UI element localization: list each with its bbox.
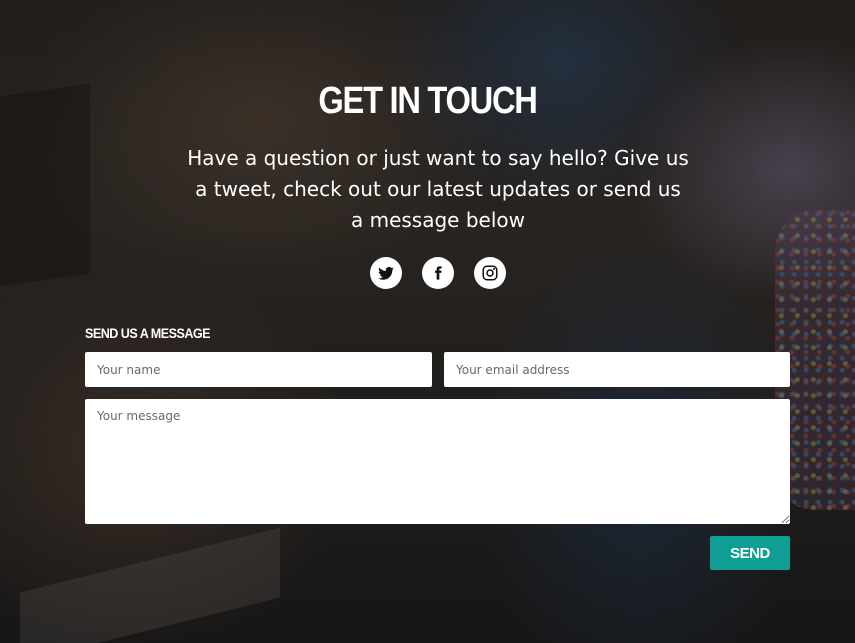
message-textarea[interactable]	[85, 399, 790, 524]
page-title: GET IN TOUCH	[318, 80, 537, 122]
social-links	[370, 257, 506, 289]
page-subtitle: Have a question or just want to say hell…	[187, 146, 689, 232]
twitter-icon	[378, 267, 394, 280]
facebook-link[interactable]	[422, 257, 454, 289]
form-heading: SEND US A MESSAGE	[85, 325, 211, 341]
name-input[interactable]	[85, 352, 432, 387]
instagram-link[interactable]	[474, 257, 506, 289]
email-input[interactable]	[444, 352, 790, 387]
facebook-icon	[435, 266, 442, 280]
twitter-link[interactable]	[370, 257, 402, 289]
send-button[interactable]: SEND	[710, 536, 790, 570]
instagram-icon	[482, 265, 498, 281]
contact-section: GET IN TOUCH Have a question or just wan…	[0, 0, 855, 643]
